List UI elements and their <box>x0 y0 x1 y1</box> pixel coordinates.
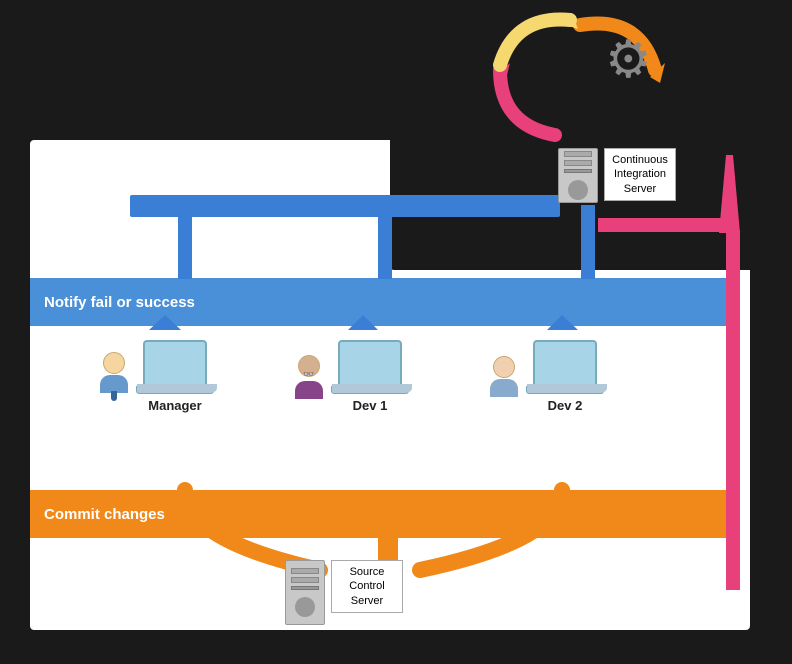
dev1-body <box>295 381 323 399</box>
source-server-label-box: Source Control Server <box>331 560 403 613</box>
dev1-glasses: 👓 <box>296 369 322 380</box>
notify-text: Notify fail or success <box>44 294 195 311</box>
source-drive-slot <box>291 586 319 590</box>
dev1-laptop-group: Dev 1 <box>331 340 409 413</box>
dev1-station: 👓 Dev 1 <box>295 340 409 413</box>
ci-server-label: Continuous Integration Server <box>604 148 676 201</box>
ci-server-tower <box>558 148 598 203</box>
source-drive-2 <box>291 577 319 583</box>
server-drive-slot <box>564 169 592 173</box>
manager-label: Manager <box>148 398 201 413</box>
gear-icon: ⚙ <box>605 30 652 90</box>
diagram-container: ⚙ Continuous Integration Server Notify f… <box>0 0 792 664</box>
source-drive-1 <box>291 568 319 574</box>
dev1-laptop <box>338 340 402 386</box>
commit-text: Commit changes <box>44 506 165 523</box>
dev1-label: Dev 1 <box>353 398 388 413</box>
source-server-tower <box>285 560 325 625</box>
source-server-disk <box>295 597 315 617</box>
server-drive-2 <box>564 160 592 166</box>
source-server-label-text: Source Control Server <box>349 566 384 607</box>
manager-laptop-group: Manager <box>136 340 214 413</box>
dev2-avatar <box>490 356 518 397</box>
manager-head <box>103 352 125 374</box>
source-server-box: Source Control Server <box>285 560 403 625</box>
ci-server-label-text: Continuous Integration Server <box>612 154 668 195</box>
dev2-laptop-group: Dev 2 <box>526 340 604 413</box>
server-drive-1 <box>564 151 592 157</box>
manager-avatar <box>100 352 128 401</box>
dev2-body <box>490 379 518 397</box>
manager-tie <box>111 391 117 401</box>
dev2-laptop <box>533 340 597 386</box>
dev2-label: Dev 2 <box>548 398 583 413</box>
manager-laptop <box>143 340 207 386</box>
dev2-head <box>493 356 515 378</box>
ci-server-box: Continuous Integration Server <box>558 148 676 203</box>
manager-station: Manager <box>100 340 214 413</box>
dev2-station: Dev 2 <box>490 340 604 413</box>
commit-band: Commit changes <box>30 490 730 538</box>
notify-band: Notify fail or success <box>30 278 730 326</box>
dev1-avatar: 👓 <box>295 355 323 399</box>
